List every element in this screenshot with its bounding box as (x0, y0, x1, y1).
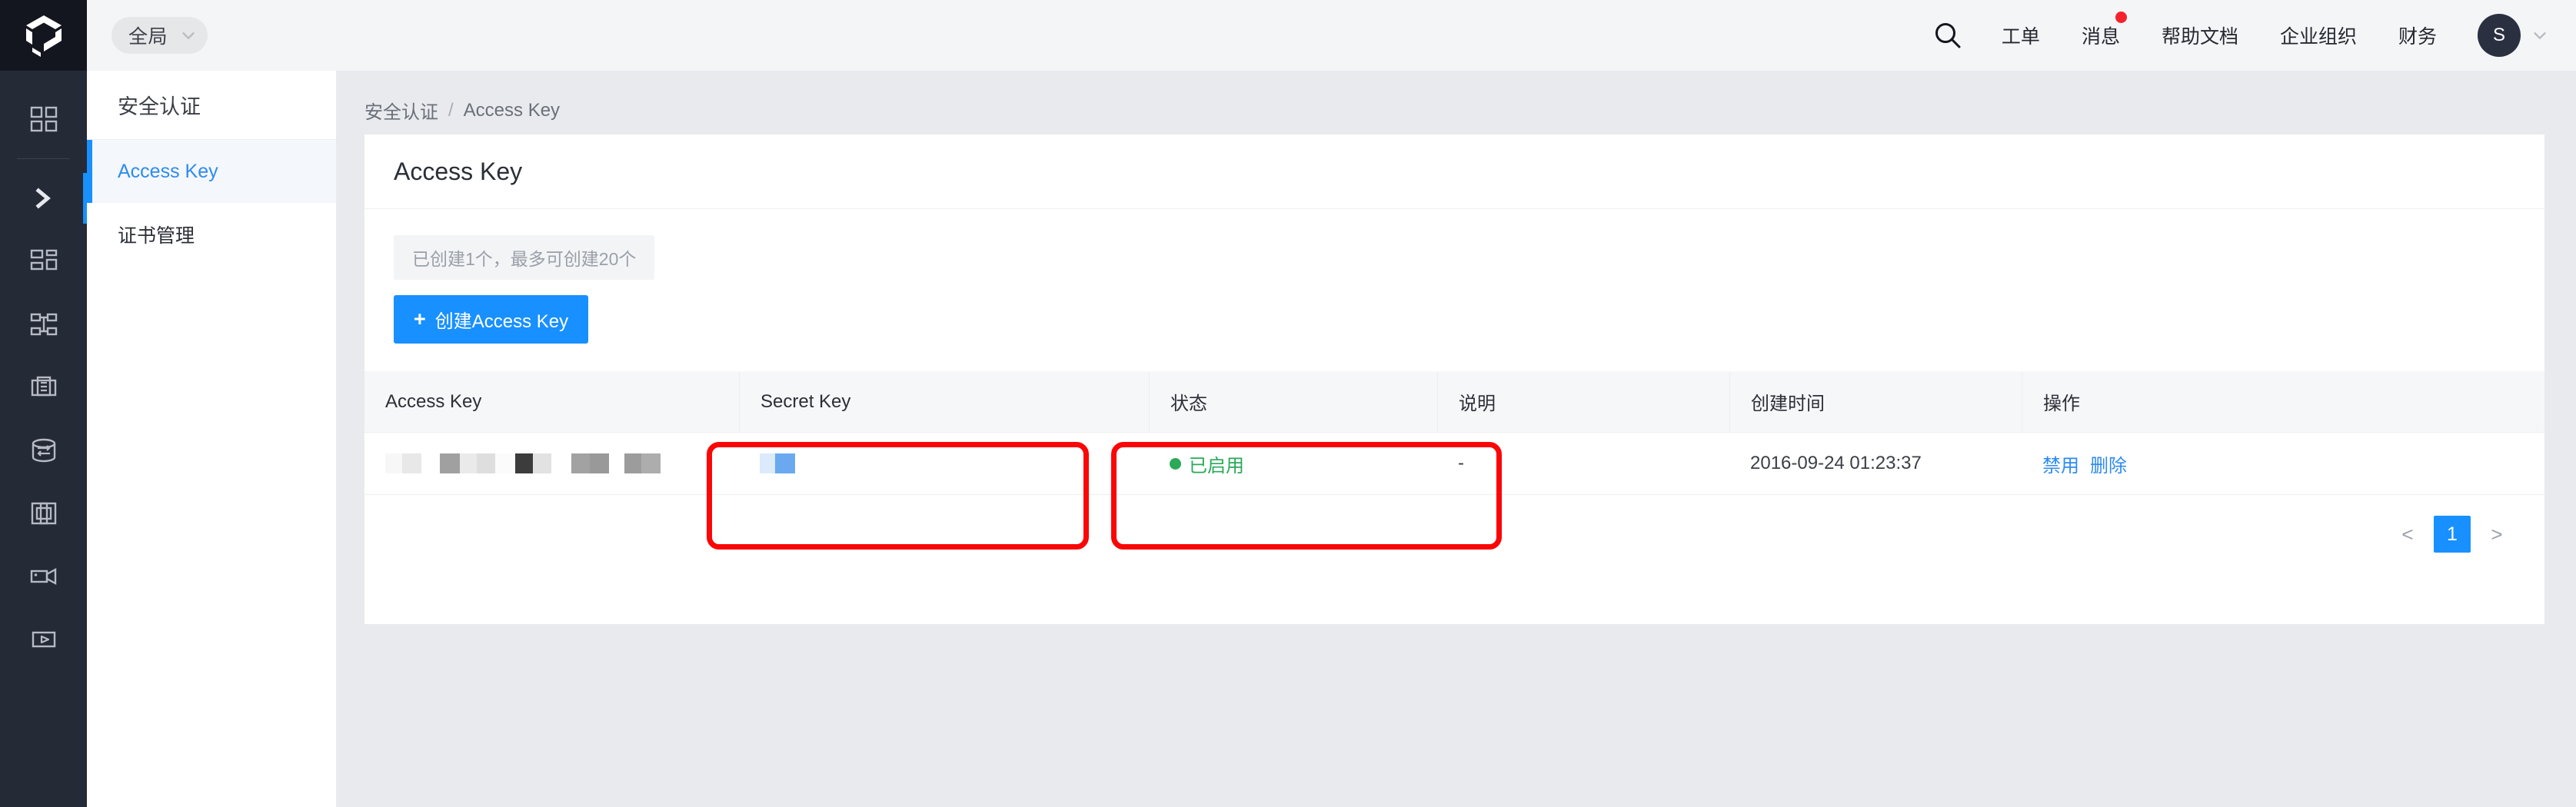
cell-description: - (1458, 453, 1464, 473)
card-header: Access Key (364, 134, 2544, 209)
cell-access-key (364, 433, 739, 494)
pagination-prev-button[interactable]: < (2391, 517, 2425, 551)
delete-action-link[interactable]: 删除 (2090, 450, 2127, 477)
network-nodes-icon (30, 313, 57, 336)
column-header-actions: 操作 (2022, 371, 2544, 432)
breadcrumb: 安全认证 / Access Key (336, 71, 2576, 124)
top-bar: 全局 工单 消息 帮助文档 企业组织 财务 S (0, 0, 2576, 71)
table-row: 已启用 - 2016-09-24 01:23:37 禁用 删除 (364, 433, 2544, 495)
status-badge: 已启用 (1170, 450, 1244, 477)
breadcrumb-current: Access Key (463, 99, 561, 121)
topbar-link-organization[interactable]: 企业组织 (2259, 22, 2378, 49)
breadcrumb-root[interactable]: 安全认证 (364, 97, 438, 124)
status-dot-icon (1170, 457, 1181, 470)
rail-item-video[interactable] (0, 545, 87, 608)
topbar-link-tickets[interactable]: 工单 (1981, 22, 2061, 49)
access-key-card: Access Key 已创建1个，最多可创建20个 + 创建Access Key… (364, 134, 2544, 624)
chevron-down-icon (2534, 32, 2546, 39)
icon-rail (0, 71, 87, 807)
disable-action-link[interactable]: 禁用 (2042, 450, 2079, 477)
column-header-description: 说明 (1437, 371, 1729, 432)
secondary-nav: 安全认证 Access Key 证书管理 (87, 71, 336, 807)
access-key-redacted-value (385, 453, 661, 473)
scope-selector[interactable]: 全局 (111, 17, 208, 54)
rail-divider (17, 158, 70, 159)
topbar-link-label: 企业组织 (2279, 26, 2357, 48)
rail-item-expand[interactable] (0, 167, 87, 230)
sidebar-item-access-key[interactable]: Access Key (87, 140, 336, 203)
notification-badge-dot (2115, 12, 2127, 23)
search-button[interactable] (1915, 21, 1981, 50)
breadcrumb-separator: / (448, 99, 454, 121)
status-label: 已启用 (1189, 455, 1244, 477)
quota-notice: 已创建1个，最多可创建20个 (394, 235, 655, 280)
content-area: 安全认证 / Access Key Access Key 已创建1个，最多可创建… (336, 71, 2576, 807)
search-icon (1935, 23, 1961, 48)
secondary-nav-title: 安全认证 (87, 71, 336, 140)
cell-status: 已启用 (1149, 433, 1437, 494)
avatar-initial: S (2492, 25, 2505, 45)
rail-item-layout[interactable] (0, 230, 87, 293)
topbar-link-docs[interactable]: 帮助文档 (2141, 22, 2259, 49)
topbar-link-label: 工单 (2001, 26, 2040, 48)
chevron-down-icon (182, 32, 195, 39)
chevron-right-expand-icon (35, 188, 51, 209)
sidebar-item-label: 证书管理 (118, 225, 195, 247)
topbar-actions: 工单 消息 帮助文档 企业组织 财务 S (1915, 12, 2576, 57)
sidebar-item-label: Access Key (118, 160, 218, 182)
rail-item-container[interactable] (0, 482, 87, 545)
create-access-key-label: 创建Access Key (434, 311, 569, 332)
avatar[interactable]: S (2478, 14, 2521, 57)
pagination: < 1 > (2391, 516, 2514, 553)
rail-item-server[interactable] (0, 356, 87, 419)
database-transfer-icon (32, 438, 55, 463)
column-header-created-at: 创建时间 (1729, 371, 2022, 432)
page-title: Access Key (394, 157, 523, 185)
column-header-secret-key: Secret Key (739, 371, 1149, 432)
topbar-link-label: 帮助文档 (2161, 26, 2238, 48)
scope-label: 全局 (128, 26, 168, 48)
app-root: 全局 工单 消息 帮助文档 企业组织 财务 S 安全认证 Access Key … (0, 0, 2576, 807)
pagination-next-button[interactable]: > (2480, 517, 2514, 551)
plus-icon: + (414, 307, 426, 330)
topbar-link-label: 财务 (2398, 26, 2437, 48)
cell-actions: 禁用 删除 (2022, 433, 2544, 494)
rail-item-network[interactable] (0, 293, 87, 356)
sidebar-item-certificate-management[interactable]: 证书管理 (87, 203, 336, 266)
media-play-icon (32, 631, 55, 648)
secret-key-redacted-value[interactable] (760, 453, 795, 473)
grid-dashboard-icon (30, 106, 57, 132)
column-header-access-key: Access Key (385, 390, 482, 412)
layout-panels-icon (30, 249, 57, 271)
rail-item-media[interactable] (0, 608, 87, 671)
rail-item-database[interactable] (0, 419, 87, 482)
pagination-page-1[interactable]: 1 (2434, 516, 2471, 553)
column-header-status: 状态 (1149, 371, 1437, 432)
table-header-row: Access Key Secret Key 状态 说明 创建时间 操作 (364, 371, 2544, 433)
account-menu-toggle[interactable] (2531, 27, 2548, 44)
server-rack-icon (31, 376, 56, 397)
topbar-link-finance[interactable]: 财务 (2378, 22, 2458, 49)
cube-logo-icon (25, 15, 62, 57)
cell-created-at: 2016-09-24 01:23:37 (1750, 453, 1922, 473)
app-logo[interactable] (0, 0, 87, 71)
create-access-key-button[interactable]: + 创建Access Key (394, 295, 589, 344)
topbar-link-label: 消息 (2081, 26, 2120, 48)
access-key-table: Access Key Secret Key 状态 说明 创建时间 操作 已启用 … (364, 371, 2544, 495)
video-camera-icon (30, 567, 56, 586)
cell-secret-key (739, 433, 1149, 494)
container-frame-icon (31, 502, 56, 525)
rail-item-dashboard[interactable] (0, 88, 87, 151)
topbar-link-messages[interactable]: 消息 (2061, 12, 2141, 49)
